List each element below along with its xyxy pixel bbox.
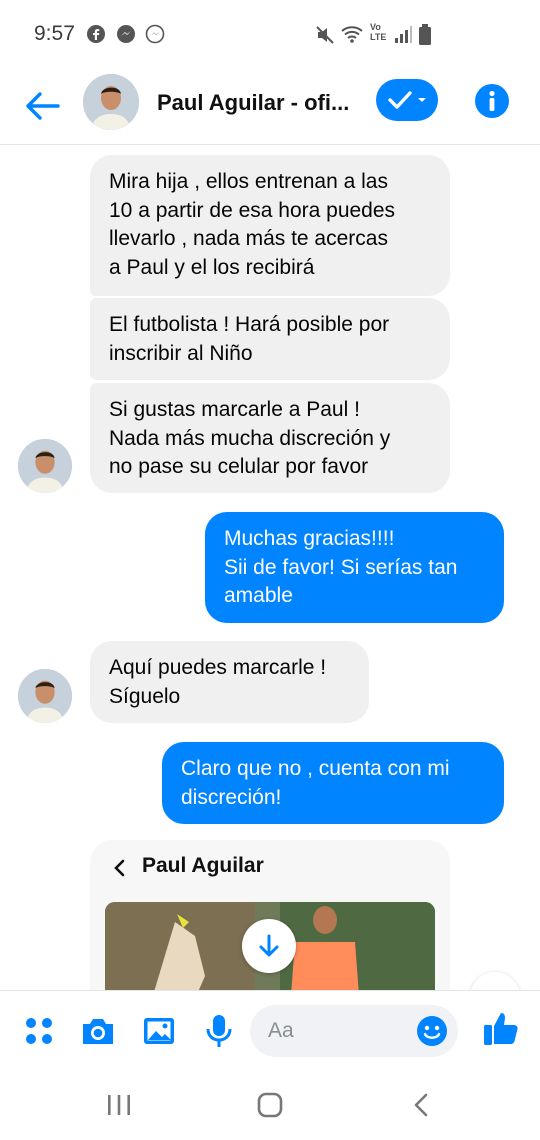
download-button[interactable] (242, 919, 296, 973)
outgoing-message[interactable]: Claro que no , cuenta con mi discreción! (162, 742, 504, 824)
message-composer: Aa (0, 990, 540, 1071)
back-arrow-icon[interactable] (20, 84, 64, 128)
contact-name[interactable]: Paul Aguilar - ofi... (157, 90, 357, 116)
home-icon[interactable] (257, 1092, 283, 1118)
incoming-message[interactable]: Aquí puedes marcarle ! Síguelo (90, 641, 369, 723)
apps-icon[interactable] (21, 1013, 57, 1049)
outgoing-message[interactable]: Muchas gracias!!!! Sii de favor! Si serí… (205, 512, 504, 623)
sender-avatar[interactable] (18, 669, 72, 723)
verified-check-icon (388, 91, 426, 109)
gallery-icon[interactable] (141, 1013, 177, 1049)
message-input-placeholder: Aa (268, 1019, 294, 1042)
download-icon (259, 934, 279, 957)
incoming-message[interactable]: Si gustas marcarle a Paul ! Nada más muc… (90, 383, 450, 493)
battery-icon (419, 24, 431, 45)
back-nav-icon[interactable] (412, 1092, 430, 1118)
avatar-image (18, 669, 72, 723)
signal-icon (395, 26, 412, 43)
status-time: 9:57 (34, 22, 75, 45)
contact-avatar[interactable] (83, 74, 139, 130)
messenger-notification-icon (117, 25, 135, 43)
chevron-left-icon (114, 859, 125, 877)
wifi-icon (341, 26, 363, 43)
camera-icon[interactable] (80, 1013, 116, 1049)
facebook-notification-icon (87, 25, 105, 43)
avatar-image (83, 74, 139, 130)
recent-apps-icon[interactable] (106, 1094, 132, 1116)
emoji-icon[interactable] (416, 1015, 448, 1047)
sender-avatar[interactable] (18, 439, 72, 493)
incoming-message[interactable]: El futbolista ! Hará posible por inscrib… (90, 298, 450, 380)
mute-icon (316, 26, 334, 44)
info-button[interactable] (475, 84, 509, 118)
status-bar: 9:57 Vo LTE (0, 0, 540, 70)
message-input[interactable]: Aa (250, 1005, 458, 1057)
thumbs-up-icon[interactable] (482, 1009, 520, 1047)
info-icon (489, 90, 495, 111)
message-list[interactable]: Mira hija , ellos entrenan a las 10 a pa… (0, 145, 540, 990)
avatar-image (18, 439, 72, 493)
system-navigation-bar (0, 1070, 540, 1140)
incoming-message[interactable]: Mira hija , ellos entrenan a las 10 a pa… (90, 155, 450, 296)
conversation-header: Paul Aguilar - ofi... (0, 70, 540, 145)
verified-check-button[interactable] (376, 79, 438, 121)
volte-icon: Vo LTE (370, 22, 387, 42)
microphone-icon[interactable] (201, 1013, 237, 1049)
shared-card-title: Paul Aguilar (142, 854, 264, 877)
messenger-outline-notification-icon (145, 24, 165, 44)
